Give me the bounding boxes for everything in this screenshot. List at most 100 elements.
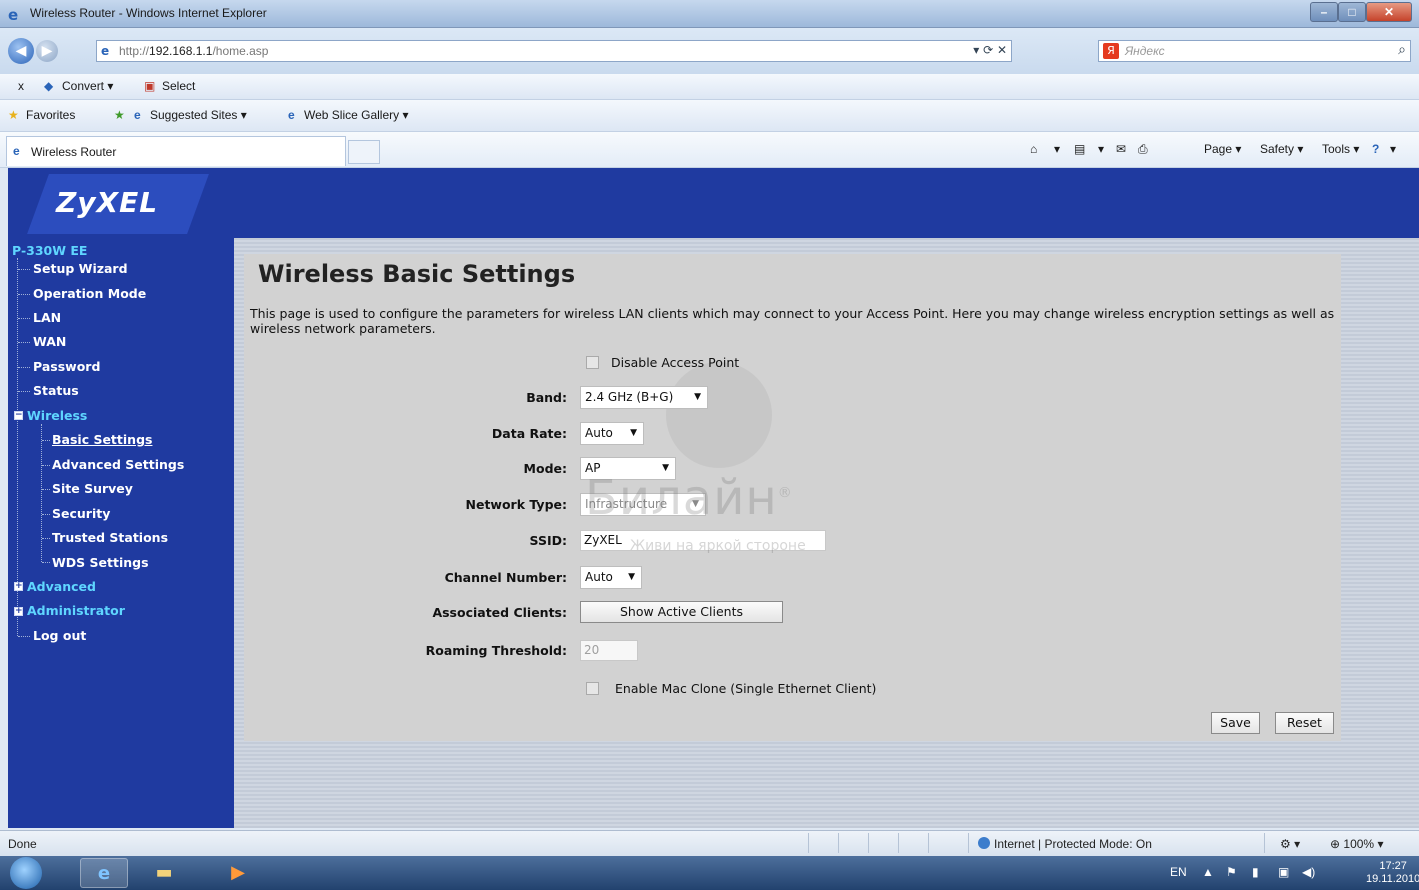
web-slice-gallery-link[interactable]: Web Slice Gallery ▾ xyxy=(304,108,409,122)
page-title: Wireless Basic Settings xyxy=(258,260,576,288)
nav-log-out[interactable]: Log out xyxy=(33,628,86,643)
watermark-brand: Билайн® xyxy=(585,470,793,526)
nav-branch xyxy=(42,465,50,466)
nav-basic-settings[interactable]: Basic Settings xyxy=(52,432,152,447)
reset-button[interactable]: Reset xyxy=(1275,712,1334,734)
nav-setup-wizard[interactable]: Setup Wizard xyxy=(33,261,128,276)
yandex-icon: Я xyxy=(1103,43,1119,59)
convert-button[interactable]: Convert ▾ xyxy=(62,79,113,93)
collapse-wireless-icon[interactable]: − xyxy=(14,411,23,420)
zoom-control[interactable]: ⊕ 100% ▾ xyxy=(1330,837,1383,851)
address-tools[interactable]: ▾ ⟳ ✕ xyxy=(973,43,1007,57)
watermark-circle xyxy=(666,362,772,468)
tray-arrow-icon[interactable]: ▲ xyxy=(1202,865,1214,879)
tools-menu[interactable]: Tools ▾ xyxy=(1322,142,1359,156)
tab-row: e Wireless Router ⌂ ▾ ▤ ▾ ✉ ⎙ Page ▾ Saf… xyxy=(0,132,1419,168)
tray-power-icon[interactable]: ▮ xyxy=(1252,865,1259,879)
page-menu[interactable]: Page ▾ xyxy=(1204,142,1241,156)
feeds-dropdown[interactable]: ▾ xyxy=(1098,142,1104,156)
save-button[interactable]: Save xyxy=(1211,712,1260,734)
home-icon[interactable]: ⌂ xyxy=(1030,142,1037,156)
clock-date: 19.11.2010 xyxy=(1366,873,1419,885)
address-url[interactable]: http://192.168.1.1/home.asp xyxy=(119,44,268,58)
status-divider xyxy=(838,833,839,853)
roaming-threshold-input[interactable]: 20 xyxy=(580,640,638,661)
expand-administrator-icon[interactable]: + xyxy=(14,607,23,616)
associated-clients-label: Associated Clients: xyxy=(432,605,567,620)
nav-wan[interactable]: WAN xyxy=(33,334,66,349)
disable-ap-checkbox[interactable] xyxy=(586,356,599,369)
add-favorite-icon[interactable]: ★ xyxy=(114,108,125,122)
channel-select[interactable]: Auto ▼ xyxy=(580,566,642,589)
search-placeholder[interactable]: Яндекс xyxy=(1125,44,1165,58)
help-icon[interactable]: ? xyxy=(1372,142,1379,156)
forward-button[interactable]: ▶ xyxy=(36,40,58,62)
popup-blocker-icon[interactable]: ⚙ ▾ xyxy=(1280,837,1300,851)
taskbar-media-icon[interactable]: ▶ xyxy=(214,858,262,888)
nav-wireless[interactable]: Wireless xyxy=(27,408,87,423)
show-active-clients-button[interactable]: Show Active Clients xyxy=(580,601,783,623)
close-window-button[interactable]: ✕ xyxy=(1366,2,1412,22)
nav-branch xyxy=(42,440,50,441)
nav-security[interactable]: Security xyxy=(52,506,110,521)
search-box[interactable]: Я Яндекс ⌕ xyxy=(1098,40,1411,62)
network-type-label: Network Type: xyxy=(465,497,568,512)
tab-wireless-router[interactable]: e Wireless Router xyxy=(6,136,346,166)
address-bar[interactable]: e http://192.168.1.1/home.asp ▾ ⟳ ✕ xyxy=(96,40,1012,62)
taskbar-explorer-icon[interactable]: ▬ xyxy=(140,858,188,888)
ie-logo-icon: e xyxy=(8,6,19,24)
security-zone[interactable]: Internet | Protected Mode: On xyxy=(978,837,1152,851)
clock[interactable]: 17:27 19.11.2010 xyxy=(1366,860,1419,886)
nav-wds-settings[interactable]: WDS Settings xyxy=(52,555,149,570)
favorites-button[interactable]: Favorites xyxy=(26,108,75,122)
tray-volume-icon[interactable]: ◀) xyxy=(1302,865,1315,879)
new-tab-button[interactable] xyxy=(348,140,380,164)
status-divider xyxy=(968,833,969,853)
nav-advanced-settings[interactable]: Advanced Settings xyxy=(52,457,184,472)
help-dropdown[interactable]: ▾ xyxy=(1390,142,1396,156)
data-rate-select[interactable]: Auto ▼ xyxy=(580,422,644,445)
maximize-button[interactable]: □ xyxy=(1338,2,1366,22)
nav-trusted-stations[interactable]: Trusted Stations xyxy=(52,530,168,545)
nav-advanced[interactable]: Advanced xyxy=(27,579,96,594)
search-icon[interactable]: ⌕ xyxy=(1398,42,1406,58)
suggested-sites-link[interactable]: Suggested Sites ▾ xyxy=(150,108,247,122)
nav-administrator[interactable]: Administrator xyxy=(27,603,125,618)
browser-statusbar: Done Internet | Protected Mode: On ⚙ ▾ ⊕… xyxy=(0,830,1419,856)
nav-site-survey[interactable]: Site Survey xyxy=(52,481,133,496)
nav-branch xyxy=(18,391,30,392)
zyxel-logo: ZyXEL xyxy=(56,186,159,219)
expand-advanced-icon[interactable]: + xyxy=(14,582,23,591)
chevron-down-icon: ▼ xyxy=(628,572,635,582)
tray-network-icon[interactable]: ▣ xyxy=(1278,865,1289,879)
nav-branch xyxy=(18,318,30,319)
close-toolbar-button[interactable]: x xyxy=(18,79,24,93)
nav-password[interactable]: Password xyxy=(33,359,100,374)
home-dropdown[interactable]: ▾ xyxy=(1054,142,1060,156)
feeds-icon[interactable]: ▤ xyxy=(1074,142,1085,156)
language-indicator[interactable]: EN xyxy=(1170,865,1187,879)
safety-menu[interactable]: Safety ▾ xyxy=(1260,142,1303,156)
mac-clone-checkbox[interactable] xyxy=(586,682,599,695)
minimize-button[interactable]: – xyxy=(1310,2,1338,22)
nav-status[interactable]: Status xyxy=(33,383,79,398)
nav-lan[interactable]: LAN xyxy=(33,310,61,325)
nav-model[interactable]: P-330W EE xyxy=(12,243,87,258)
nav-branch xyxy=(42,538,50,539)
globe-icon xyxy=(978,837,990,849)
select-button[interactable]: Select xyxy=(162,79,195,93)
taskbar-ie-icon[interactable]: e xyxy=(80,858,128,888)
mail-icon[interactable]: ✉ xyxy=(1116,142,1126,156)
band-select[interactable]: 2.4 GHz (B+G) ▼ xyxy=(580,386,708,409)
tray-flag-icon[interactable]: ⚑ xyxy=(1226,865,1237,879)
nav-operation-mode[interactable]: Operation Mode xyxy=(33,286,146,301)
print-icon[interactable]: ⎙ xyxy=(1138,142,1148,157)
tab-title: Wireless Router xyxy=(31,145,117,159)
start-button[interactable] xyxy=(10,857,42,889)
nav-subtree-line xyxy=(41,424,42,562)
chevron-down-icon: ▼ xyxy=(694,392,701,402)
window-titlebar: e Wireless Router - Windows Internet Exp… xyxy=(0,0,1419,28)
channel-value: Auto xyxy=(585,570,613,584)
ie-page-icon: e xyxy=(288,108,295,122)
back-button[interactable]: ◀ xyxy=(8,38,34,64)
